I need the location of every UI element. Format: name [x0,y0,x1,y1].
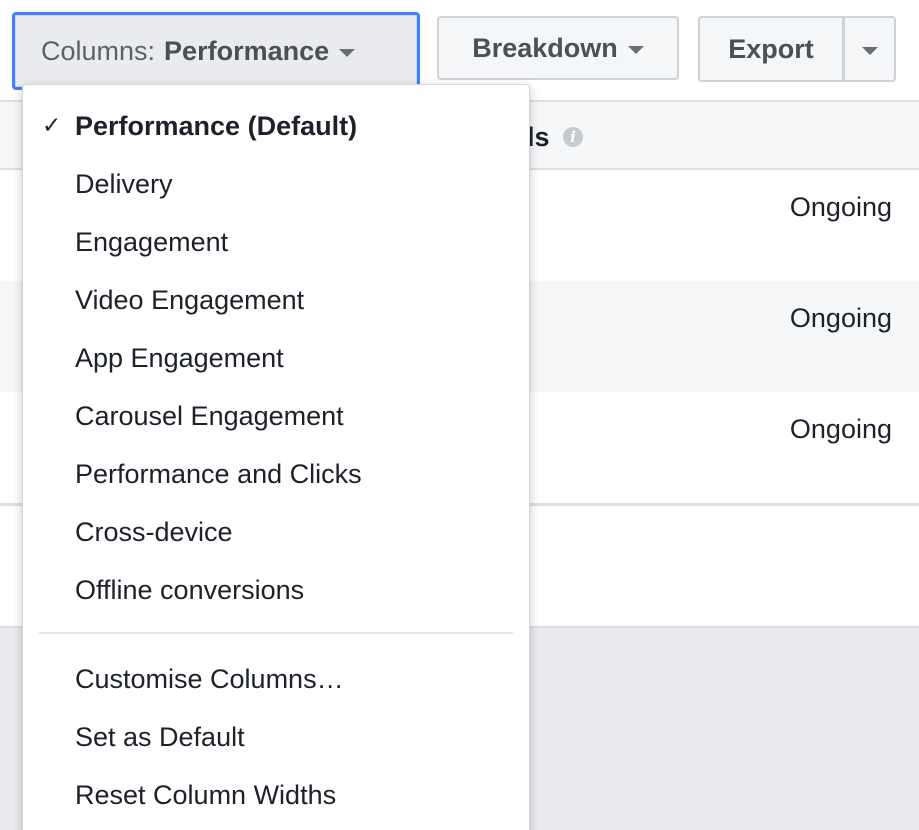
caret-down-icon [627,46,644,54]
export-options-button[interactable] [843,16,896,82]
menu-item-label: Video Engagement [75,284,305,315]
menu-item-label: Delivery [75,168,173,199]
breakdown-dropdown-button[interactable]: Breakdown [437,16,679,80]
menu-item-label: Performance (Default) [75,110,358,141]
column-header-label[interactable]: ls [527,122,550,153]
columns-value-label: Performance [164,35,330,66]
menu-item-engagement[interactable]: Engagement [23,219,529,265]
row-status: Ongoing [789,303,892,333]
row-status: Ongoing [789,414,892,444]
columns-dropdown-button[interactable]: Columns: Performance [12,12,420,90]
menu-item-customise-columns[interactable]: Customise Columns… [23,656,529,702]
columns-prefix-label: Columns: [41,35,156,66]
menu-item-cross-device[interactable]: Cross-device [23,509,529,555]
menu-item-label: Offline conversions [75,574,305,605]
menu-item-performance-and-clicks[interactable]: Performance and Clicks [23,451,529,497]
menu-item-offline-conversions[interactable]: Offline conversions [23,567,529,613]
menu-item-reset-column-widths[interactable]: Reset Column Widths [23,772,529,818]
menu-divider [39,632,513,634]
export-button[interactable]: Export [698,16,844,82]
menu-item-label: Performance and Clicks [75,458,362,489]
checkmark-icon: ✓ [42,111,62,138]
export-label: Export [728,33,814,64]
menu-item-video-engagement[interactable]: Video Engagement [23,277,529,323]
menu-item-performance-default[interactable]: ✓ Performance (Default) [23,103,529,149]
menu-item-label: Reset Column Widths [75,779,337,810]
menu-item-set-as-default[interactable]: Set as Default [23,714,529,760]
menu-item-label: Carousel Engagement [75,400,344,431]
menu-item-label: Customise Columns… [75,663,344,694]
menu-item-app-engagement[interactable]: App Engagement [23,335,529,381]
caret-down-icon [861,47,878,55]
info-icon[interactable]: i [563,127,583,147]
row-status: Ongoing [789,192,892,222]
columns-menu: ✓ Performance (Default) Delivery Engagem… [22,84,530,830]
menu-item-label: App Engagement [75,342,284,373]
menu-item-label: Engagement [75,226,229,257]
menu-item-delivery[interactable]: Delivery [23,161,529,207]
menu-item-label: Set as Default [75,721,245,752]
menu-item-label: Cross-device [75,516,233,547]
ads-manager-view: ls i Ongoing Ongoing Ongoing Columns: Pe… [0,0,919,830]
breakdown-label: Breakdown [472,32,618,63]
menu-item-carousel-engagement[interactable]: Carousel Engagement [23,393,529,439]
caret-down-icon [339,49,356,57]
